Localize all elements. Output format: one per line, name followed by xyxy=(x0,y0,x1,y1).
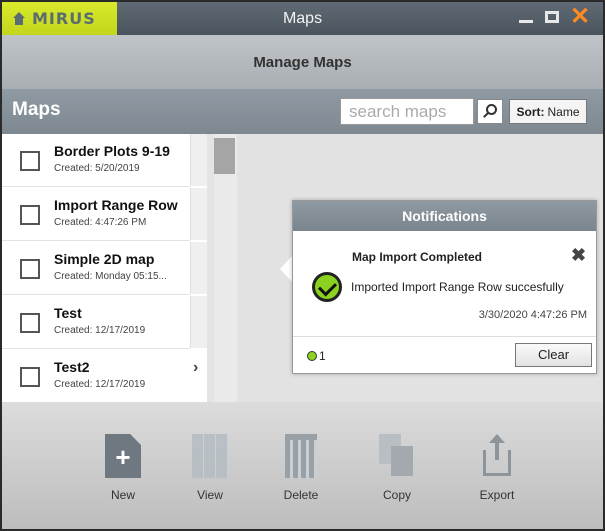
new-label: New xyxy=(110,488,135,502)
map-created: Created: 5/20/2019 xyxy=(54,163,140,174)
maps-heading: Maps xyxy=(12,99,61,120)
notification-count: 1 xyxy=(307,349,326,363)
maps-list: Border Plots 9-19 Created: 5/20/2019 Imp… xyxy=(2,134,207,403)
export-icon xyxy=(479,434,515,478)
new-button[interactable]: New xyxy=(93,434,153,502)
search-icon-handle xyxy=(483,112,489,118)
sort-prefix: Sort: xyxy=(516,104,545,119)
map-created: Created: 12/17/2019 xyxy=(54,325,146,336)
export-button[interactable]: Export xyxy=(467,434,527,502)
item-checkbox[interactable] xyxy=(20,205,40,225)
page-header: Manage Maps xyxy=(2,35,603,89)
row-action-button[interactable] xyxy=(190,134,207,186)
clear-button[interactable]: Clear xyxy=(515,343,592,367)
app-window: MIRUS Maps ✕ Manage Maps Maps Sort: Name… xyxy=(0,0,605,531)
map-name: Test xyxy=(54,305,82,321)
delete-label: Delete xyxy=(283,488,319,502)
row-action-button[interactable] xyxy=(190,188,207,240)
item-checkbox[interactable] xyxy=(20,151,40,171)
list-item[interactable]: Test2 Created: 12/17/2019 xyxy=(2,350,190,403)
maximize-icon xyxy=(545,11,559,23)
map-name: Import Range Row xyxy=(54,197,178,213)
notification-timestamp: 3/30/2020 4:47:26 PM xyxy=(478,309,587,321)
map-created: Created: Monday 05:15... xyxy=(54,271,167,282)
copy-button[interactable]: Copy xyxy=(367,434,427,502)
item-checkbox[interactable] xyxy=(20,313,40,333)
list-scrollbar[interactable] xyxy=(214,134,237,402)
map-name: Border Plots 9-19 xyxy=(54,143,170,159)
map-name: Test2 xyxy=(54,359,90,375)
row-action-button[interactable] xyxy=(190,242,207,294)
title-bar: MIRUS Maps ✕ xyxy=(2,2,603,35)
delete-button[interactable]: Delete xyxy=(271,434,331,502)
trash-icon xyxy=(285,434,317,478)
divider xyxy=(293,336,596,337)
export-label: Export xyxy=(479,488,515,502)
window-title: Maps xyxy=(282,10,323,27)
notification-message: Imported Import Range Row succesfully xyxy=(351,280,564,294)
notification-title: Map Import Completed xyxy=(352,250,483,264)
copy-label: Copy xyxy=(382,488,411,502)
success-dot-icon xyxy=(307,351,317,361)
copy-icon xyxy=(379,434,415,478)
search-input[interactable] xyxy=(340,98,474,125)
minimize-icon xyxy=(519,19,533,23)
maps-header-bar: Maps Sort: Name xyxy=(2,89,603,134)
new-document-icon xyxy=(105,434,141,478)
list-item[interactable]: Import Range Row Created: 4:47:26 PM xyxy=(2,188,190,241)
notifications-header: Notifications xyxy=(293,201,596,231)
search-button[interactable] xyxy=(477,99,503,124)
view-button[interactable]: View xyxy=(180,434,240,502)
map-created: Created: 12/17/2019 xyxy=(54,379,146,390)
item-checkbox[interactable] xyxy=(20,259,40,279)
map-name: Simple 2D map xyxy=(54,251,155,267)
notification-item: Map Import Completed ✖ Imported Import R… xyxy=(293,231,596,331)
sort-button[interactable]: Sort: Name xyxy=(509,99,587,124)
bottom-toolbar: New View Delete Copy Export xyxy=(2,402,603,529)
minimize-button[interactable] xyxy=(515,6,537,28)
map-icon xyxy=(192,434,228,478)
item-checkbox[interactable] xyxy=(20,367,40,387)
row-action-button[interactable] xyxy=(190,296,207,348)
list-item[interactable]: Border Plots 9-19 Created: 5/20/2019 xyxy=(2,134,190,187)
page-title: Manage Maps xyxy=(253,54,352,71)
scrollbar-thumb[interactable] xyxy=(214,138,235,174)
view-label: View xyxy=(197,488,223,502)
maximize-button[interactable] xyxy=(541,6,563,28)
close-button[interactable]: ✕ xyxy=(569,3,591,30)
close-icon: ✕ xyxy=(569,3,591,30)
list-item[interactable]: Test Created: 12/17/2019 xyxy=(2,296,190,349)
notification-count-value: 1 xyxy=(319,349,326,363)
sort-value: Name xyxy=(547,104,580,119)
list-item[interactable]: Simple 2D map Created: Monday 05:15... xyxy=(2,242,190,295)
success-check-icon xyxy=(312,272,342,302)
notifications-popup: Notifications Map Import Completed ✖ Imp… xyxy=(292,200,597,374)
dismiss-notification-icon[interactable]: ✖ xyxy=(571,245,586,266)
map-created: Created: 4:47:26 PM xyxy=(54,217,147,228)
chevron-right-icon[interactable]: › xyxy=(193,359,198,377)
